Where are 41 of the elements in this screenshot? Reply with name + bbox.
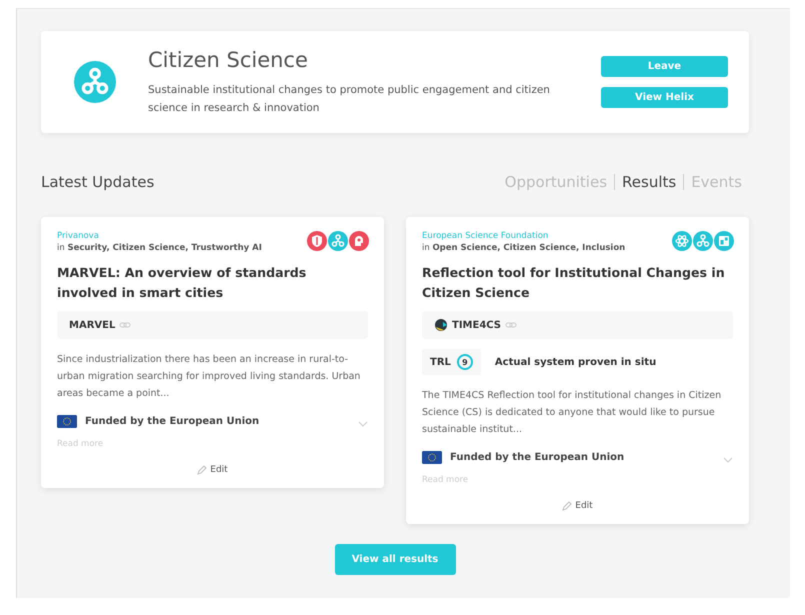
eu-flag-icon <box>57 415 77 428</box>
chevron-down-icon[interactable] <box>723 457 733 463</box>
project-chip[interactable]: MARVEL <box>57 311 368 339</box>
helix-description: Sustainable institutional changes to promote public engagement and citizen science in research & innovation <box>148 82 551 116</box>
link-icon <box>119 321 132 329</box>
pencil-icon <box>197 465 208 475</box>
project-logo-icon <box>434 318 448 332</box>
result-title[interactable]: MARVEL: An overview of standards involved in smart cities <box>57 263 368 303</box>
result-summary: The TIME4CS Reflection tool for institutional changes in Citizen Science (CS) is dedicated to anyone that would like to pursue sustainable institut... <box>422 389 722 437</box>
project-chip[interactable]: TIME4CS <box>422 311 733 339</box>
filter-tab[interactable]: Results <box>614 174 684 190</box>
organisation-link[interactable]: Privanova <box>57 231 262 241</box>
result-summary: Since industrialization there has been an increase in rural-to-urban migration searching for improved living standards. Urban areas became a point... <box>57 353 362 401</box>
topics-line: in Security, Citizen Science, Trustworthy AI <box>57 243 262 253</box>
view-all-results-button[interactable]: View all results <box>334 544 456 575</box>
eu-flag-icon <box>422 451 442 464</box>
edit-button[interactable]: Edit <box>556 500 599 512</box>
helix-button[interactable]: View Helix <box>601 87 728 108</box>
filter-tab[interactable]: Events <box>683 174 749 190</box>
helix-icon <box>74 61 116 103</box>
organisation-link[interactable]: European Science Foundation <box>422 231 626 241</box>
link-icon <box>505 321 518 329</box>
topic-icon[interactable] <box>672 231 692 251</box>
trl-description: Actual system proven in situ <box>494 356 656 368</box>
topic-icon[interactable] <box>693 231 713 251</box>
topic-icon[interactable] <box>349 231 369 251</box>
funding-label: Funded by the European Union <box>85 416 260 427</box>
edit-button[interactable]: Edit <box>191 464 234 476</box>
helix-button[interactable]: Leave <box>601 56 728 77</box>
section-title: Latest Updates <box>41 173 154 191</box>
result-title[interactable]: Reflection tool for Institutional Changes in Citizen Science <box>422 263 733 303</box>
chevron-down-icon[interactable] <box>358 421 368 427</box>
topics-line: in Open Science, Citizen Science, Inclusion <box>422 243 626 253</box>
funding-label: Funded by the European Union <box>450 452 626 463</box>
pencil-icon <box>562 501 572 511</box>
topic-icon[interactable] <box>307 231 327 251</box>
trl-badge: TRL 9 <box>422 349 481 375</box>
topic-icon[interactable] <box>328 231 348 251</box>
topic-icon[interactable] <box>714 231 734 251</box>
filter-tab[interactable]: Opportunities <box>498 174 614 190</box>
helix-title: Citizen Science <box>148 48 309 72</box>
